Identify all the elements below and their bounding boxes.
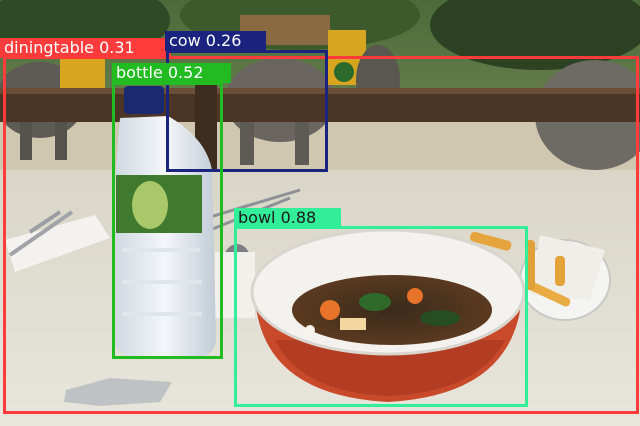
bowl-label: bowl 0.88 bbox=[234, 208, 341, 228]
annotated-photo: diningtable 0.31 cow 0.26 bottle 0.52 bo… bbox=[0, 0, 640, 426]
bottle-box bbox=[112, 82, 223, 359]
cow-label: cow 0.26 bbox=[165, 31, 266, 51]
bottle-label: bottle 0.52 bbox=[112, 63, 231, 83]
bowl-box bbox=[234, 226, 528, 407]
diningtable-label: diningtable 0.31 bbox=[0, 38, 171, 58]
